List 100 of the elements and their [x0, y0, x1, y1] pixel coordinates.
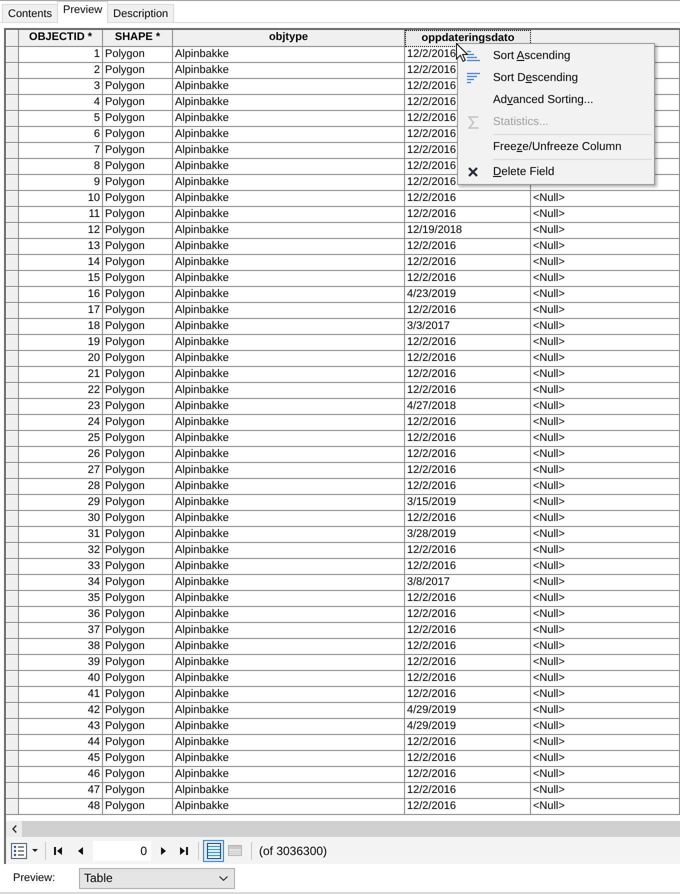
table-cell: Alpinbakke [173, 495, 405, 511]
row-selector[interactable] [6, 735, 19, 751]
table-cell: <Null> [531, 719, 680, 735]
row-selector[interactable] [6, 47, 19, 63]
table-cell: Polygon [103, 367, 173, 383]
skip-back-icon [54, 846, 62, 854]
row-selector[interactable] [6, 255, 19, 271]
row-selector[interactable] [6, 751, 19, 767]
table-cell: 12/2/2016 [405, 335, 531, 351]
scroll-left-button[interactable] [6, 821, 22, 837]
table-options-button[interactable] [10, 840, 40, 860]
row-selector[interactable] [6, 527, 19, 543]
row-selector[interactable] [6, 511, 19, 527]
row-selector[interactable] [6, 767, 19, 783]
row-selector[interactable] [6, 719, 19, 735]
row-selector[interactable] [6, 143, 19, 159]
row-selector[interactable] [6, 223, 19, 239]
table-cell: Polygon [103, 703, 173, 719]
horizontal-scrollbar[interactable] [22, 821, 680, 837]
row-selector[interactable] [6, 639, 19, 655]
table-cell: <Null> [531, 383, 680, 399]
column-header[interactable]: objtype [173, 30, 405, 47]
row-selector[interactable] [6, 623, 19, 639]
record-number-field[interactable]: 0 [93, 840, 151, 860]
table-cell: Polygon [103, 799, 173, 815]
row-selector[interactable] [6, 287, 19, 303]
table-cell: Polygon [103, 495, 173, 511]
table-cell: 12/2/2016 [405, 591, 531, 607]
table-cell: Alpinbakke [173, 511, 405, 527]
row-selector[interactable] [6, 479, 19, 495]
table-cell: 12/2/2016 [405, 799, 531, 815]
row-selector[interactable] [6, 111, 19, 127]
table-cell: 12/2/2016 [405, 671, 531, 687]
table-cell: 12/2/2016 [405, 255, 531, 271]
row-selector[interactable] [6, 95, 19, 111]
row-selector[interactable] [6, 575, 19, 591]
table-cell: 5 [19, 111, 103, 127]
table-cell: Alpinbakke [173, 335, 405, 351]
table-cell: Polygon [103, 111, 173, 127]
table-cell: 16 [19, 287, 103, 303]
table-cell: <Null> [531, 687, 680, 703]
table-cell: 3/8/2017 [405, 575, 531, 591]
table-cell: <Null> [531, 351, 680, 367]
row-selector[interactable] [6, 351, 19, 367]
row-selector[interactable] [6, 447, 19, 463]
table-cell: Polygon [103, 143, 173, 159]
table-cell: Alpinbakke [173, 687, 405, 703]
row-selector[interactable] [6, 319, 19, 335]
row-selector[interactable] [6, 687, 19, 703]
row-selector[interactable] [6, 239, 19, 255]
row-selector[interactable] [6, 431, 19, 447]
table-cell: <Null> [531, 415, 680, 431]
row-selector[interactable] [6, 655, 19, 671]
row-selector[interactable] [6, 783, 19, 799]
column-header[interactable]: SHAPE * [103, 30, 173, 47]
sigma-icon [468, 116, 478, 128]
table-cell: Alpinbakke [173, 431, 405, 447]
row-selector[interactable] [6, 703, 19, 719]
row-selector[interactable] [6, 207, 19, 223]
row-selector[interactable] [6, 671, 19, 687]
table-cell: Polygon [103, 431, 173, 447]
row-selector[interactable] [6, 271, 19, 287]
table-cell: 12/2/2016 [405, 367, 531, 383]
all-records-button[interactable] [203, 840, 224, 862]
row-selector[interactable] [6, 63, 19, 79]
row-selector[interactable] [6, 591, 19, 607]
row-selector[interactable] [6, 191, 19, 207]
table-cell: 12/2/2016 [405, 191, 531, 207]
row-selector[interactable] [6, 607, 19, 623]
table-cell: 4/23/2019 [405, 287, 531, 303]
table-cell: 34 [19, 575, 103, 591]
row-selector[interactable] [6, 799, 19, 815]
table-cell: <Null> [531, 639, 680, 655]
table-cell: 32 [19, 543, 103, 559]
row-selector[interactable] [6, 543, 19, 559]
row-selector[interactable] [6, 383, 19, 399]
preview-dropdown[interactable]: Table [79, 868, 235, 888]
row-selector[interactable] [6, 127, 19, 143]
chevron-left-icon [12, 825, 16, 833]
tab[interactable]: Preview [57, 1, 108, 23]
row-selector[interactable] [6, 335, 19, 351]
table-cell: 12/2/2016 [405, 303, 531, 319]
table-cell: Polygon [103, 447, 173, 463]
row-selector[interactable] [6, 175, 19, 191]
column-header[interactable]: OBJECTID * [19, 30, 103, 47]
row-selector[interactable] [6, 159, 19, 175]
table-cell: 45 [19, 751, 103, 767]
table-cell: 15 [19, 271, 103, 287]
row-selector[interactable] [6, 303, 19, 319]
row-selector[interactable] [6, 559, 19, 575]
row-selector[interactable] [6, 367, 19, 383]
row-selector[interactable] [6, 463, 19, 479]
table-cell: 42 [19, 703, 103, 719]
row-selector[interactable] [6, 415, 19, 431]
tab[interactable]: Description [107, 4, 174, 22]
row-selector[interactable] [6, 399, 19, 415]
row-selector[interactable] [6, 495, 19, 511]
table-cell: 12/2/2016 [405, 687, 531, 703]
tab[interactable]: Contents [2, 4, 58, 22]
row-selector[interactable] [6, 79, 19, 95]
